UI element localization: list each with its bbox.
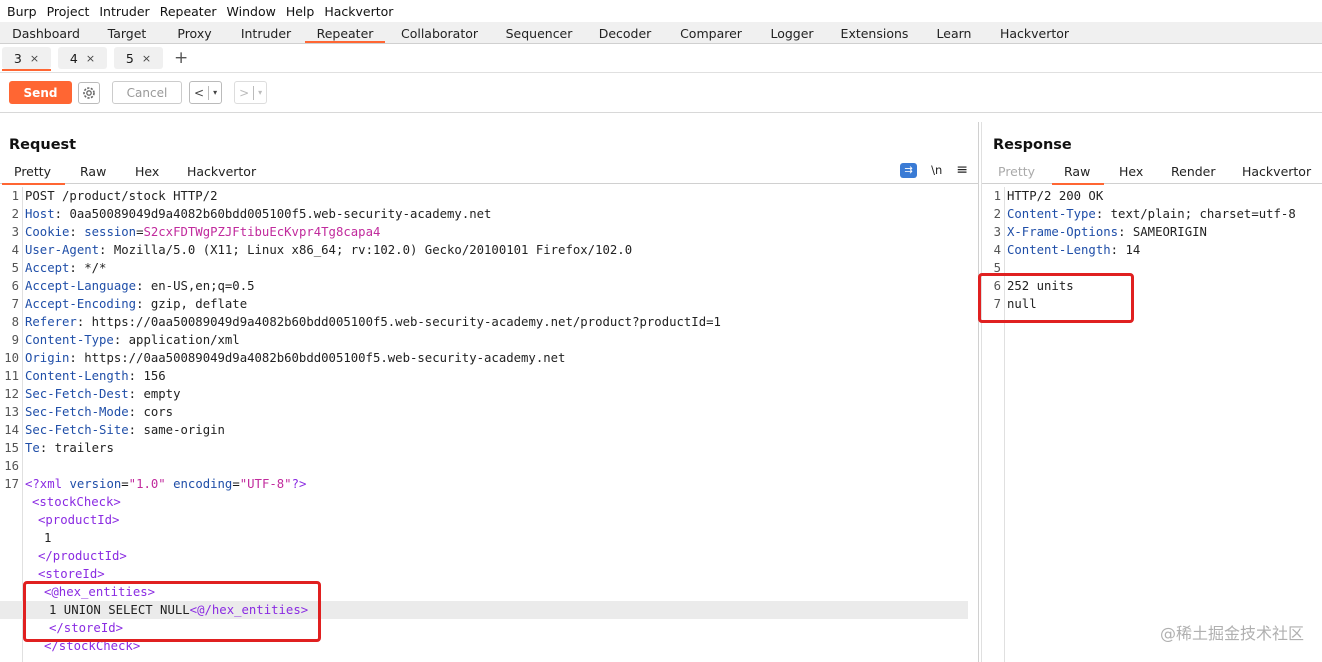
newline-toggle[interactable]: \n [931,163,942,177]
tab-logger[interactable]: Logger [756,22,828,43]
tab-intruder[interactable]: Intruder [227,22,305,43]
word-wrap-icon[interactable]: ⇉ [900,162,918,178]
main-tab-strip: Dashboard Target Proxy Intruder Repeater… [0,22,1322,44]
response-view-tabs: Pretty Raw Hex Render Hackvertor [982,162,1322,185]
tab-pretty[interactable]: Pretty [1,164,66,185]
close-icon[interactable]: × [86,52,95,65]
request-line: 7 Accept-Encoding: gzip, deflate [11,297,248,311]
request-line: 5 Accept: */* [11,261,107,275]
request-line: 12 Sec-Fetch-Dest: empty [4,387,181,401]
watermark-text: @稀土掘金技术社区 [1159,624,1304,643]
tab-extensions[interactable]: Extensions [828,22,921,43]
tab-repeater[interactable]: Repeater [305,22,385,43]
tab-learn[interactable]: Learn [921,22,987,43]
menu-icon[interactable]: ≡ [956,162,968,178]
repeater-toolbar: Send Cancel < ▾ > ▾ [0,73,1322,113]
response-line: 4 Content-Length: 14 [993,243,1141,257]
menu-bar: Burp Project Intruder Repeater Window He… [0,0,1322,22]
repeater-tab-label: 4 [69,50,78,66]
response-line: 3 X-Frame-Options: SAMEORIGIN [993,225,1207,239]
tab-sequencer[interactable]: Sequencer [494,22,584,43]
request-line: 11 Content-Length: 156 [4,369,166,383]
payload-highlight-box [23,581,321,642]
forward-button[interactable]: > ▾ [234,81,268,104]
tab-decoder[interactable]: Decoder [584,22,666,43]
response-editor[interactable]: 1 HTTP/2 200 OK 2 Content-Type: text/plain… [978,187,1322,662]
tab-target[interactable]: Target [92,22,162,43]
request-line: 6 Accept-Language: en-US,en;q=0.5 [11,279,255,293]
response-title: Response [993,137,1072,153]
chevron-left-icon: < [194,85,205,100]
request-line: 8 Referer: https://0aa50089049d9a4082b60b… [11,315,721,329]
tab-collaborator[interactable]: Collaborator [385,22,494,43]
close-icon[interactable]: × [142,52,151,65]
response-panel: Response Pretty Raw Hex Render Hackverto… [978,122,1322,662]
tab-raw[interactable]: Raw [80,164,106,179]
chevron-right-icon: > [239,85,250,100]
menu-burp[interactable]: Burp [4,4,44,19]
request-title: Request [9,137,77,153]
request-panel: Request Pretty Raw Hex Hackvertor ⇉ \n ≡… [0,122,979,662]
menu-repeater[interactable]: Repeater [157,4,224,19]
tab-hackvertor[interactable]: Hackvertor [187,164,256,179]
menu-intruder[interactable]: Intruder [96,4,156,19]
xml-line: </productId> [38,549,127,563]
tab-render[interactable]: Render [1171,164,1216,179]
repeater-tab-strip: 3 × 4 × 5 × + [0,44,1322,73]
request-line: 4 User-Agent: Mozilla/5.0 (X11; Linux x86… [11,243,633,257]
add-tab-icon[interactable]: + [174,48,188,68]
request-line: 14 Sec-Fetch-Site: same-origin [4,423,225,437]
request-line: 2 Host: 0aa50089049d9a4082b60bdd005100f5.… [11,207,492,221]
menu-help[interactable]: Help [283,4,322,19]
tab-hackvertor[interactable]: Hackvertor [1242,164,1311,179]
tab-pretty[interactable]: Pretty [998,164,1035,179]
request-line: 10 Origin: https://0aa50089049d9a4082b60b… [4,351,566,365]
gear-icon[interactable] [78,81,100,104]
cancel-button[interactable]: Cancel [112,81,182,104]
tab-hackvertor[interactable]: Hackvertor [987,22,1082,43]
menu-project[interactable]: Project [44,4,97,19]
chevron-down-icon[interactable]: ▾ [213,88,217,97]
request-line: 3 Cookie: session=S2cxFDTWgPZJFtibuEcKvpr… [11,225,381,239]
divider [208,85,210,100]
tab-comparer[interactable]: Comparer [666,22,756,43]
request-line: 15 Te: trailers [4,441,114,455]
repeater-tab-3[interactable]: 3 × [2,47,51,71]
response-line: 1 HTTP/2 200 OK [993,189,1104,203]
menu-window[interactable]: Window [224,4,283,19]
tab-dashboard[interactable]: Dashboard [0,22,92,43]
tab-hex[interactable]: Hex [1119,164,1143,179]
editor-tools: ⇉ \n ≡ [900,162,968,178]
response-highlight-box [978,273,1134,323]
chevron-down-icon[interactable]: ▾ [258,88,262,97]
xml-declaration: 17 <?xml version="1.0" encoding="UTF-8"?> [4,477,307,491]
response-line: 2 Content-Type: text/plain; charset=utf-8 [993,207,1296,221]
request-line: 13 Sec-Fetch-Mode: cors [4,405,174,419]
divider [253,85,255,100]
request-line: 16 [4,459,19,473]
xml-line: 1 [44,531,52,545]
back-button[interactable]: < ▾ [189,81,223,104]
request-view-tabs: Pretty Raw Hex Hackvertor [0,162,978,185]
xml-line: <productId> [38,513,120,527]
request-line: 1 POST /product/stock HTTP/2 [11,189,218,203]
repeater-tab-label: 3 [13,50,22,66]
xml-line: <stockCheck> [32,495,121,509]
repeater-tab-5[interactable]: 5 × [114,47,163,69]
tab-proxy[interactable]: Proxy [162,22,227,43]
repeater-tab-label: 5 [125,50,134,66]
menu-hackvertor[interactable]: Hackvertor [321,4,400,19]
send-button[interactable]: Send [9,81,72,104]
request-line: 9 Content-Type: application/xml [11,333,240,347]
request-editor[interactable]: 1 POST /product/stock HTTP/2 2 Host: 0aa50… [0,187,978,662]
close-icon[interactable]: × [30,52,39,65]
repeater-tab-4[interactable]: 4 × [58,47,107,69]
tab-raw[interactable]: Raw [1051,164,1105,185]
tab-hex[interactable]: Hex [135,164,159,179]
